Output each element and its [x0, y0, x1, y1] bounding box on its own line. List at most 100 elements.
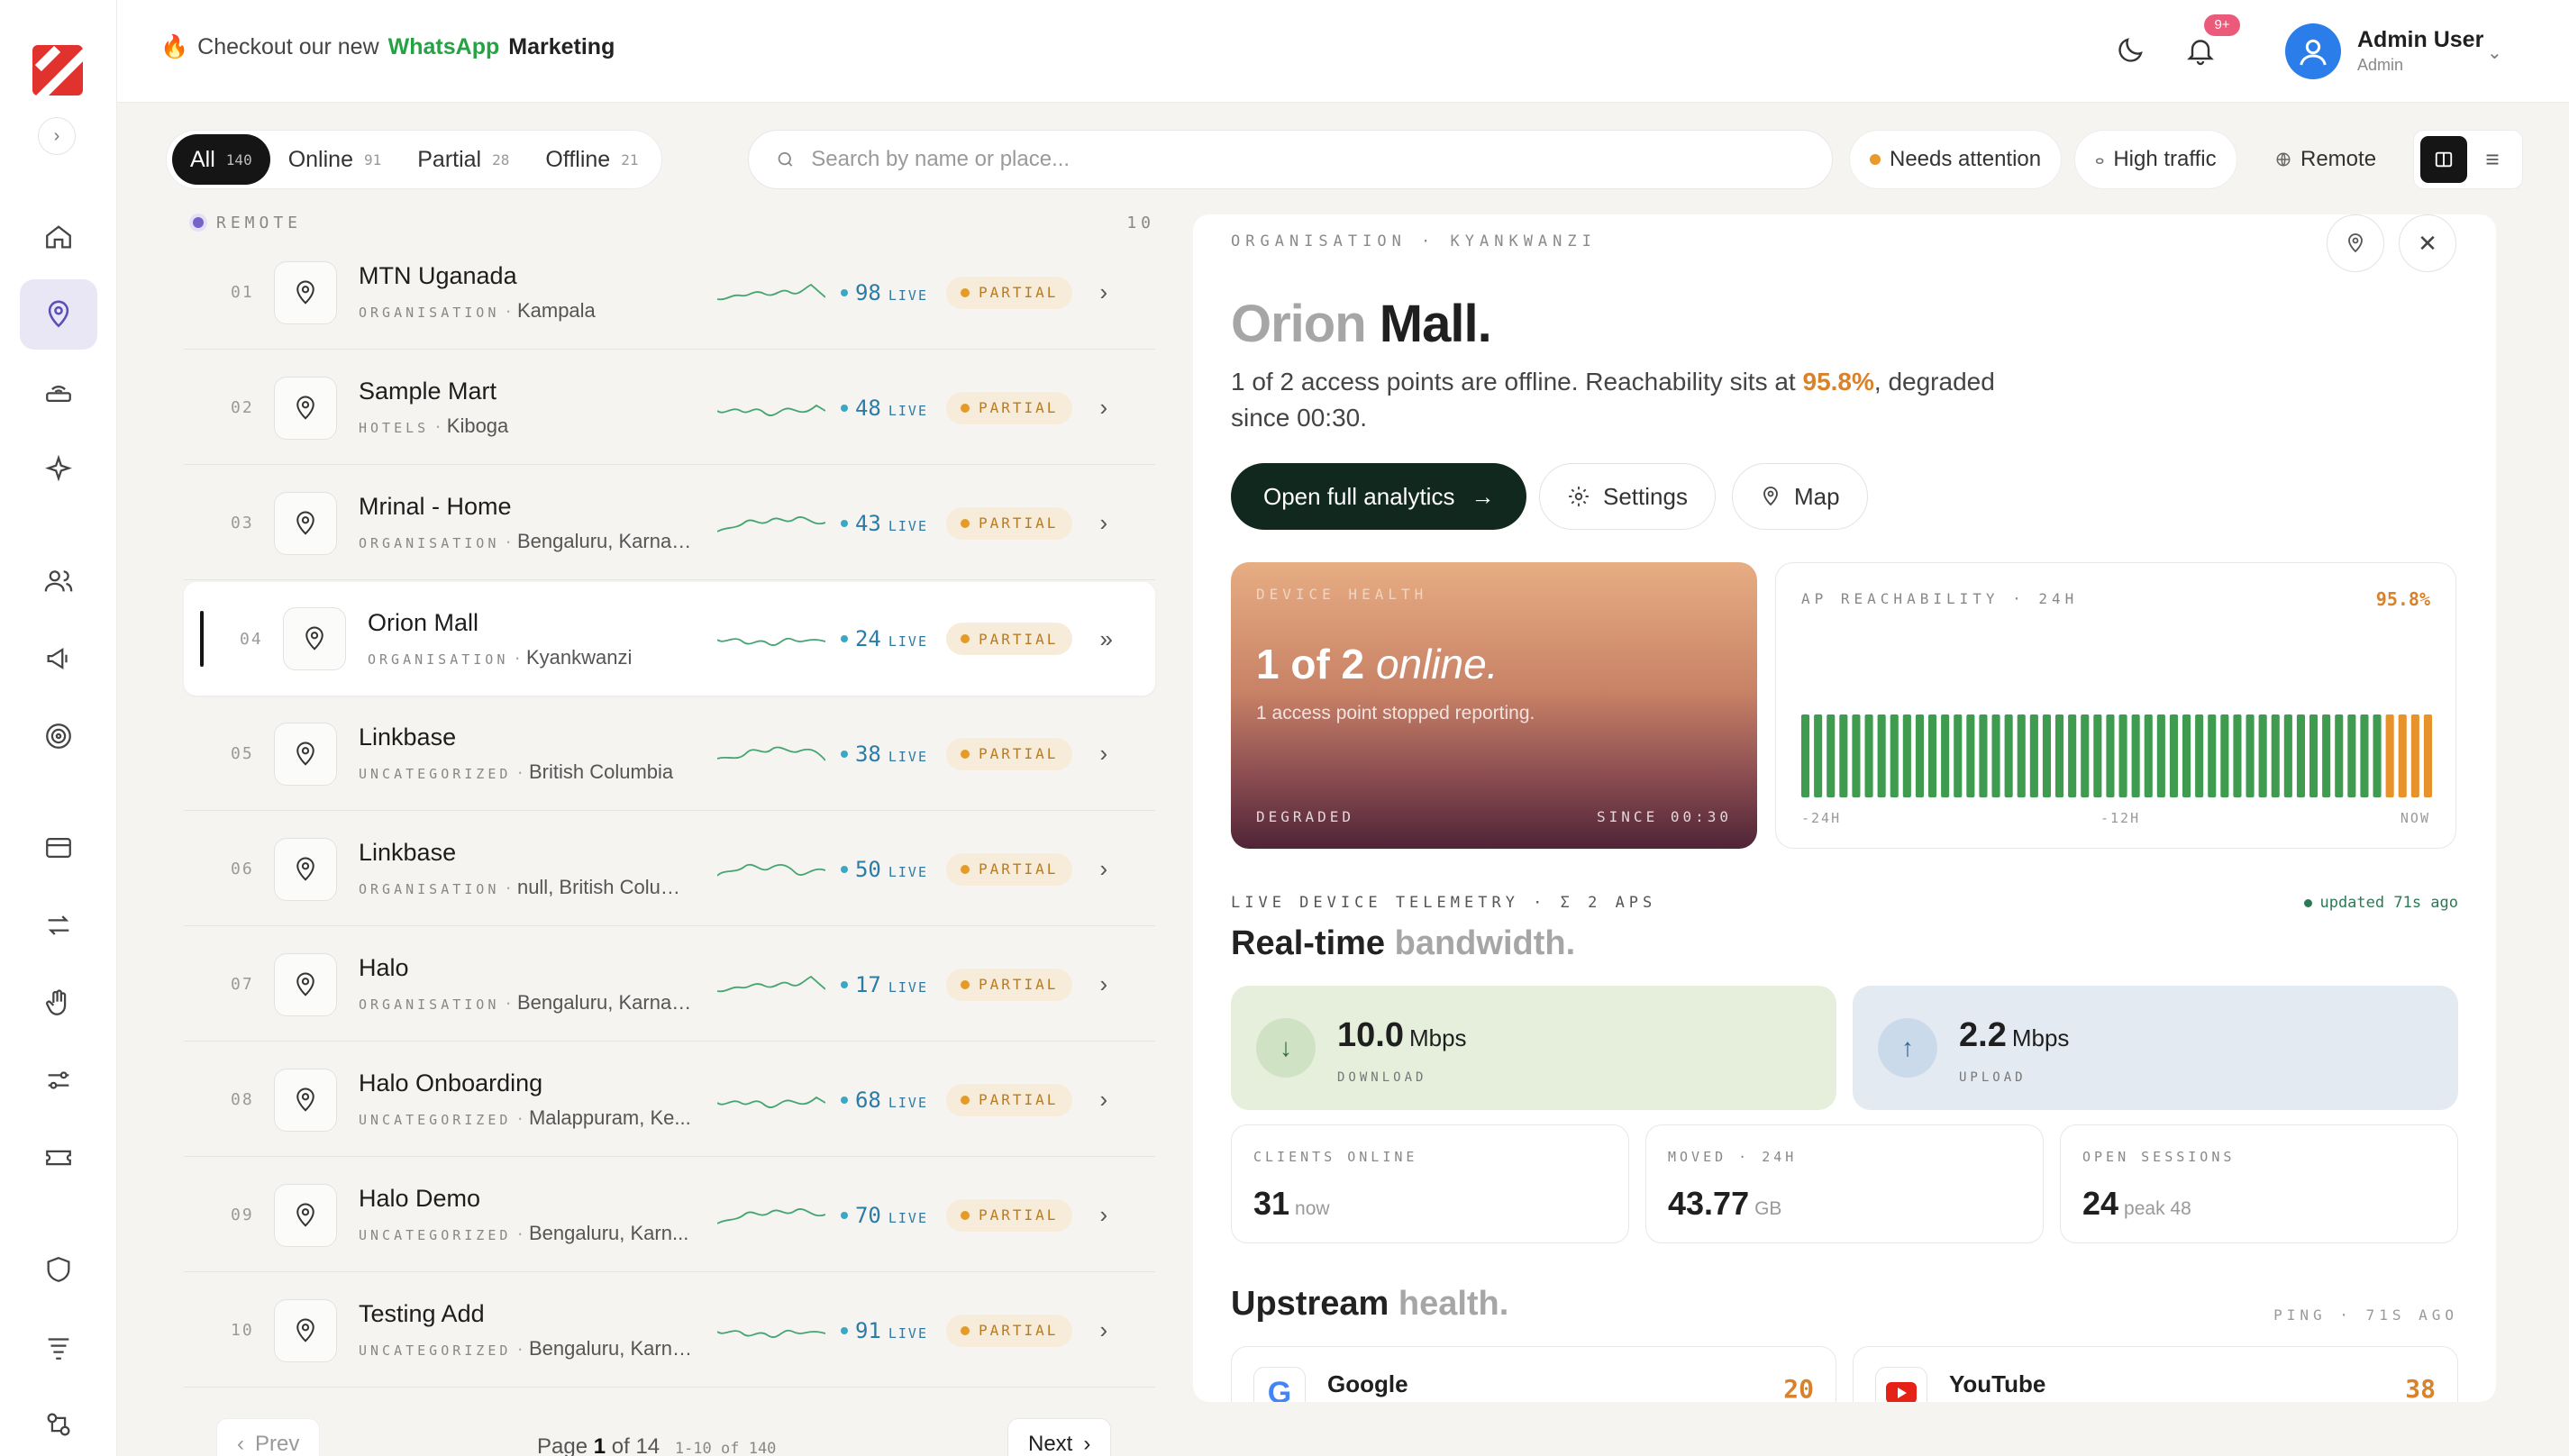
list-view-icon[interactable] [2469, 136, 2516, 183]
nav-sliders-icon[interactable] [20, 1045, 97, 1115]
desc-pct: 95.8% [1802, 368, 1874, 396]
nav-megaphone-icon[interactable] [20, 623, 97, 694]
nav-router-icon[interactable] [20, 357, 97, 427]
status-text: PARTIAL [979, 284, 1059, 301]
download-card: ↓ 10.0 Mbps DOWNLOAD [1231, 986, 1836, 1110]
health-summary: 1 of 2 online. [1256, 640, 1499, 688]
tab-count: 91 [363, 150, 382, 168]
live-value: 91 [854, 1317, 881, 1343]
nav-card-icon[interactable] [20, 813, 97, 883]
chevron-left-icon: ‹ [237, 1432, 244, 1456]
map-button[interactable]: Map [1732, 463, 1868, 530]
nav-users-icon[interactable] [20, 546, 97, 616]
table-row[interactable]: 06 Linkbase ORGANISATION · null, British C… [184, 813, 1155, 926]
reach-bar-ok [2068, 714, 2077, 797]
search-box[interactable] [748, 130, 1833, 189]
notification-badge: 9+ [2204, 14, 2240, 36]
nav-team-icon[interactable] [20, 1389, 97, 1456]
nav-target-icon[interactable] [20, 701, 97, 771]
nav-filters-icon[interactable] [20, 1312, 97, 1382]
chevron-right-icon[interactable]: › [1099, 970, 1107, 998]
reach-bar-ok [2106, 714, 2115, 797]
table-row[interactable]: 02 Sample Mart HOTELS · Kiboga 48 LIVE PARTIA… [184, 351, 1155, 465]
sidebar-expand-button[interactable]: › [38, 117, 76, 155]
row-subtitle: HOTELS · Kiboga [359, 414, 509, 437]
next-button[interactable]: Next › [1007, 1418, 1112, 1456]
chevron-right-icon[interactable]: › [1099, 740, 1107, 768]
promo-banner[interactable]: 🔥 Checkout our new WhatsApp Marketing [160, 34, 615, 60]
avatar[interactable] [2285, 23, 2341, 79]
chevron-right-icon[interactable]: › [1099, 855, 1107, 883]
status-dot [961, 749, 970, 759]
table-row[interactable]: 07 Halo ORGANISATION · Bengaluru, Karnat..… [184, 928, 1155, 1042]
row-number: 09 [231, 1206, 254, 1224]
chip-high-traffic[interactable]: ⴰ High traffic [2074, 130, 2237, 189]
tab-offline[interactable]: Offline 21 [527, 134, 656, 185]
table-row[interactable]: 08 Halo Onboarding UNCATEGORIZED · Malappu… [184, 1043, 1155, 1157]
reach-bar-ok [2258, 714, 2267, 797]
tab-online[interactable]: Online 91 [270, 134, 400, 185]
nav-transfer-icon[interactable] [20, 890, 97, 960]
status-text: PARTIAL [979, 860, 1059, 878]
nav-ticket-icon[interactable] [20, 1123, 97, 1193]
close-button[interactable]: ✕ [2399, 214, 2456, 272]
table-row[interactable]: 09 Halo Demo UNCATEGORIZED · Bengaluru, Ka… [184, 1159, 1155, 1272]
chevron-right-icon[interactable]: › [1099, 509, 1107, 537]
nav-locations-icon[interactable] [20, 279, 97, 350]
upstream-youtube[interactable]: YouTube 38 [1853, 1346, 2458, 1402]
user-name[interactable]: Admin User [2357, 27, 2483, 53]
table-row[interactable]: 05 Linkbase UNCATEGORIZED · British Columb… [184, 697, 1155, 811]
chevron-right-icon[interactable]: › [1099, 1316, 1107, 1344]
row-category: HOTELS [359, 420, 430, 436]
upload-label: UPLOAD [1959, 1070, 2027, 1085]
table-row[interactable]: 03 Mrinal - Home ORGANISATION · Bengaluru,… [184, 467, 1155, 580]
nav-shield-icon[interactable] [20, 1234, 97, 1305]
row-category: ORGANISATION [359, 881, 500, 897]
chevron-down-icon[interactable]: ⌄ [2487, 41, 2502, 64]
tab-partial[interactable]: Partial 28 [399, 134, 527, 185]
reach-bar-ok [1966, 714, 1975, 797]
prev-button[interactable]: ‹ Prev [216, 1418, 321, 1456]
live-value: 24 [854, 626, 881, 651]
table-row[interactable]: 01 MTN Uganada ORGANISATION · Kampala 98 LIV… [184, 236, 1155, 350]
bw-title-a: Real-time [1231, 924, 1386, 962]
nav-home-icon[interactable] [20, 202, 97, 272]
upload-number: 2.2 [1959, 1016, 2007, 1054]
moon-icon[interactable] [2114, 34, 2146, 67]
live-label: LIVE [888, 1209, 928, 1226]
chevron-right-icon[interactable]: › [1099, 1086, 1107, 1114]
traffic-sparkline [717, 863, 825, 877]
row-info: Orion Mall ORGANISATION · Kyankwanzi [368, 609, 692, 669]
chip-needs-attention[interactable]: Needs attention [1849, 130, 2063, 189]
open-analytics-button[interactable]: Open full analytics → [1231, 463, 1527, 530]
split-view-icon[interactable] [2420, 136, 2467, 183]
live-label: LIVE [888, 633, 928, 650]
reach-bar-ok [2360, 714, 2369, 797]
stat-label: CLIENTS ONLINE [1253, 1149, 1418, 1165]
youtube-logo-icon [1875, 1367, 1927, 1402]
chevron-right-icon[interactable]: › [1099, 1201, 1107, 1229]
stat-number: 43.77 [1668, 1185, 1750, 1222]
reach-bar-ok [2081, 714, 2090, 797]
table-row[interactable]: 10 Testing Add UNCATEGORIZED · Bengaluru, … [184, 1274, 1155, 1388]
bell-icon[interactable] [2184, 34, 2217, 67]
chevron-right-icon[interactable]: › [1099, 278, 1107, 306]
reach-bar-ok [2144, 714, 2153, 797]
upstream-google[interactable]: G Google 20 [1231, 1346, 1836, 1402]
live-count: 91 LIVE [834, 1318, 928, 1343]
brand-logo[interactable] [32, 45, 83, 96]
row-place: British Columbia [528, 760, 674, 783]
chip-remote[interactable]: Remote [2255, 130, 2397, 189]
status-dot [961, 1095, 970, 1105]
tab-all[interactable]: All 140 [172, 134, 270, 185]
double-chevron-right-icon[interactable]: » [1099, 625, 1112, 653]
table-row[interactable]: 04 Orion Mall ORGANISATION · Kyankwanzi 24 L… [184, 582, 1155, 696]
reach-bar-degraded [2410, 714, 2419, 797]
settings-button[interactable]: Settings [1539, 463, 1716, 530]
locate-button[interactable] [2327, 214, 2384, 272]
nav-sparkle-icon[interactable] [20, 434, 97, 505]
chevron-right-icon[interactable]: › [1099, 394, 1107, 422]
search-input[interactable] [811, 147, 1805, 172]
google-logo-icon: G [1253, 1367, 1306, 1402]
nav-hand-icon[interactable] [20, 968, 97, 1038]
